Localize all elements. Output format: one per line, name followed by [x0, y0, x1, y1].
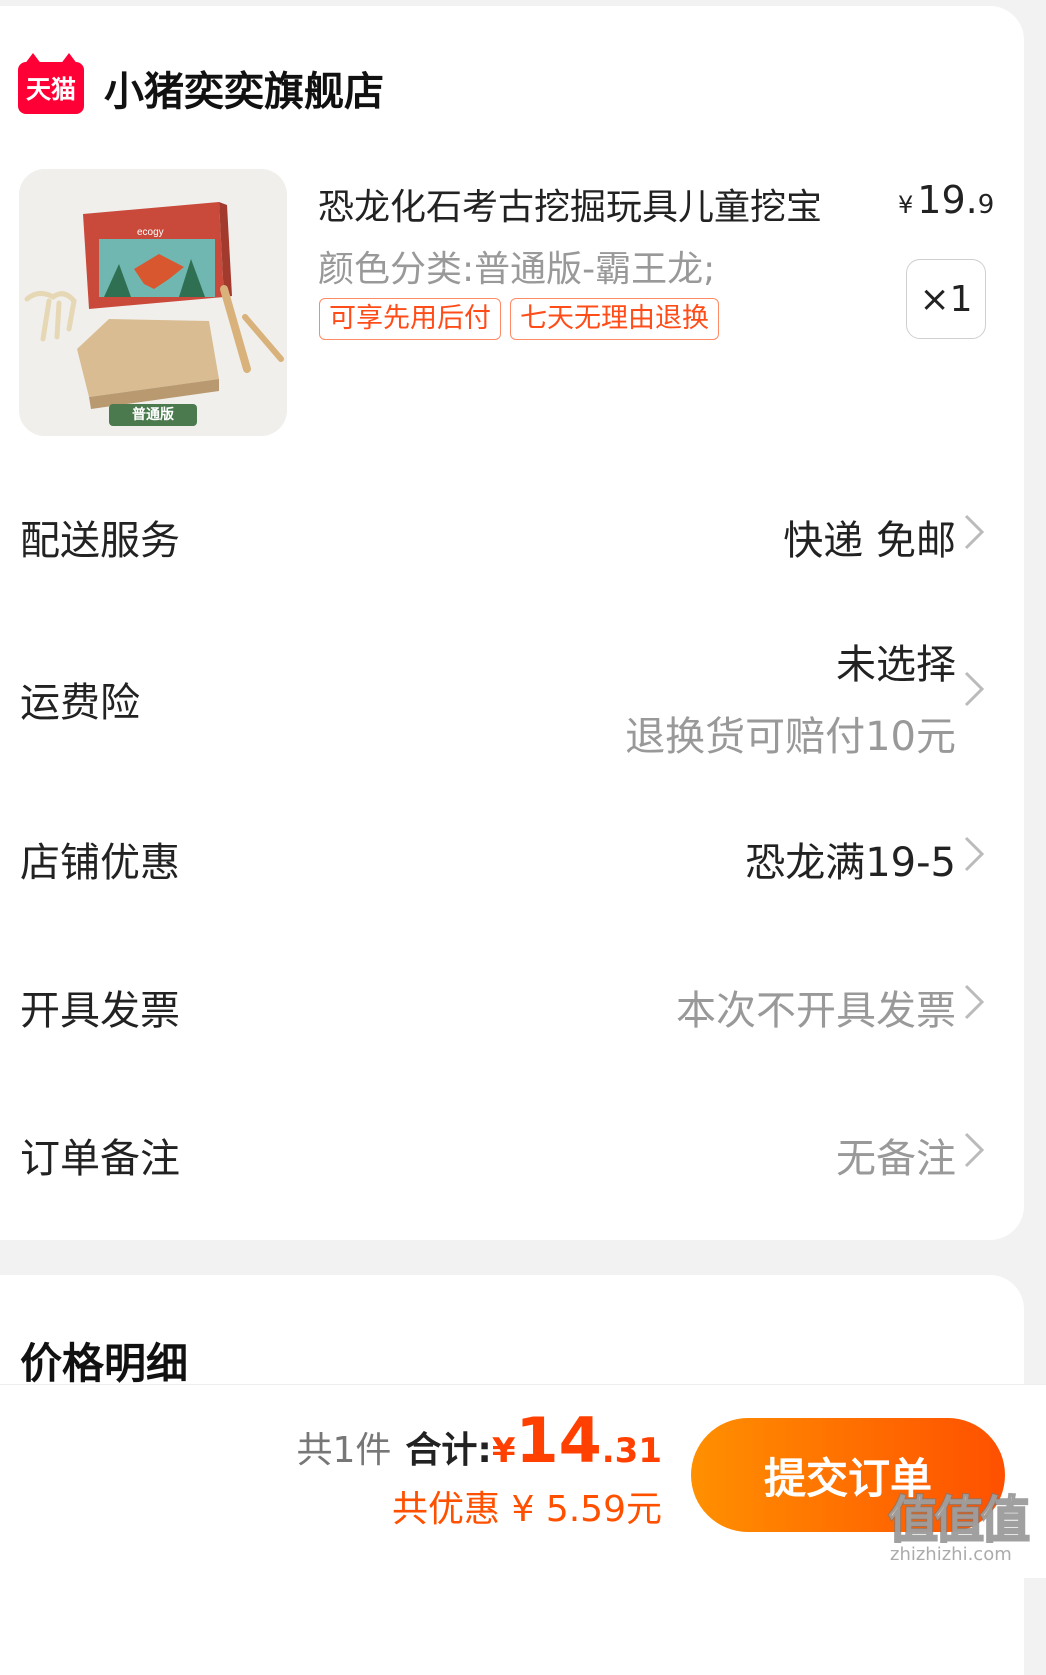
total-amount-int: 14: [515, 1404, 602, 1477]
discount-label: 店铺优惠: [20, 840, 180, 886]
total-summary: 共1件 合计: ¥ 14 .31: [297, 1404, 663, 1477]
shop-name: 小猪奕奕旗舰店: [104, 69, 384, 115]
insurance-sub: 退换货可赔付10元: [625, 714, 956, 760]
note-label: 订单备注: [20, 1136, 180, 1182]
chevron-right-icon: [964, 671, 985, 707]
shipping-insurance-row[interactable]: 运费险 未选择 退换货可赔付10元: [0, 620, 1024, 760]
invoice-label: 开具发票: [20, 988, 180, 1034]
chevron-right-icon: [964, 1132, 985, 1168]
product-price: ¥19.9: [898, 178, 995, 222]
product-title[interactable]: 恐龙化石考古挖掘玩具儿童挖宝: [318, 178, 822, 230]
tmall-logo-icon: 天猫: [18, 53, 84, 114]
image-label: 普通版: [132, 407, 174, 423]
delivery-value: 快递 免邮: [783, 518, 956, 564]
tag-seven-day-return: 七天无理由退换: [510, 298, 719, 340]
price-detail-title: 价格明细: [20, 1339, 189, 1388]
delivery-label: 配送服务: [20, 518, 180, 564]
chevron-right-icon: [964, 514, 985, 550]
submit-order-button[interactable]: 提交订单: [691, 1418, 1005, 1532]
insurance-value: 未选择: [836, 642, 956, 688]
order-note-row[interactable]: 订单备注 无备注: [0, 1108, 1024, 1198]
tag-pay-later: 可享先用后付: [319, 298, 501, 340]
total-discount: 共优惠 ¥ 5.59元: [392, 1489, 662, 1530]
total-currency: ¥: [491, 1431, 516, 1471]
note-value: 无备注: [836, 1136, 956, 1182]
product-image[interactable]: ecogy 普通版: [19, 169, 287, 436]
shop-discount-row[interactable]: 店铺优惠 恐龙满19-5: [0, 812, 1024, 902]
box-label: ecogy: [137, 227, 164, 238]
product-sku[interactable]: 颜色分类:普通版-霸王龙;: [318, 240, 715, 292]
quantity-button[interactable]: ×1: [906, 259, 986, 339]
delivery-row[interactable]: 配送服务 快递 免邮: [0, 490, 1024, 580]
invoice-value: 本次不开具发票: [676, 988, 956, 1034]
invoice-row[interactable]: 开具发票 本次不开具发票: [0, 960, 1024, 1050]
chevron-right-icon: [964, 984, 985, 1020]
total-label: 合计:: [405, 1430, 492, 1471]
shop-header[interactable]: 天猫 小猪奕奕旗舰店: [18, 53, 384, 116]
total-amount-dec: .31: [601, 1431, 662, 1471]
product-photo: ecogy: [19, 169, 287, 436]
item-count: 共1件: [296, 1430, 392, 1471]
insurance-label: 运费险: [20, 680, 140, 726]
product-tags: 可享先用后付 七天无理由退换: [319, 298, 719, 340]
chevron-right-icon: [964, 836, 985, 872]
discount-value: 恐龙满19-5: [745, 840, 956, 886]
